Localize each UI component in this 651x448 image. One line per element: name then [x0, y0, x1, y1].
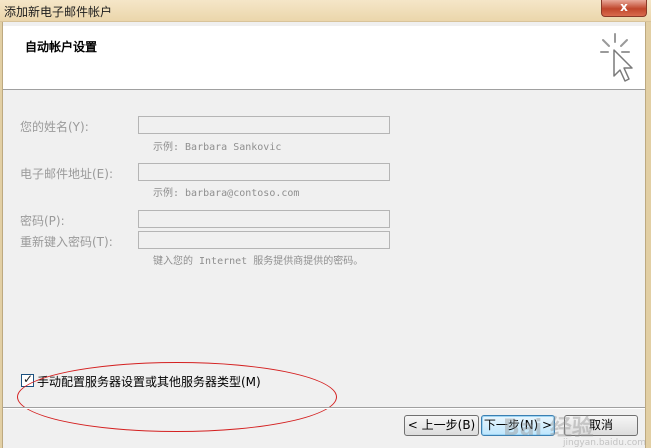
close-button[interactable]: x — [601, 0, 647, 17]
name-hint: 示例: Barbara Sankovic — [153, 142, 282, 153]
back-button[interactable]: < 上一步(B) — [404, 415, 479, 436]
next-button[interactable]: 下一步(N) > — [481, 415, 555, 436]
page-title: 自动帐户设置 — [25, 40, 98, 54]
email-field[interactable] — [138, 163, 390, 181]
footer-divider — [3, 407, 645, 409]
password-confirm-field[interactable] — [138, 231, 390, 249]
name-label: 您的姓名(Y): — [20, 120, 89, 134]
watermark-url: jingyan.baidu.com — [563, 438, 647, 448]
header-panel: 自动帐户设置 — [3, 26, 645, 90]
password-confirm-label: 重新键入密码(T): — [20, 235, 113, 249]
email-label: 电子邮件地址(E): — [20, 167, 113, 181]
manual-config-checkbox[interactable]: ✓ — [21, 372, 34, 387]
cancel-button[interactable]: 取消 — [564, 415, 638, 436]
password-field[interactable] — [138, 210, 390, 228]
cursor-click-icon — [600, 33, 633, 82]
window-title: 添加新电子邮件帐户 — [4, 5, 113, 19]
dialog-body: 自动帐户设置 您的姓名(Y): 示例: Barbara Sankovic 电子邮… — [2, 22, 646, 448]
title-bar: 添加新电子邮件帐户 x — [0, 0, 651, 22]
password-label: 密码(P): — [20, 214, 65, 228]
window-frame-right — [646, 22, 651, 448]
manual-config-label[interactable]: 手动配置服务器设置或其他服务器类型(M) — [37, 373, 261, 390]
email-hint: 示例: barbara@contoso.com — [153, 188, 300, 199]
checkmark-icon: ✓ — [23, 372, 34, 386]
name-field[interactable] — [138, 116, 390, 134]
password-hint: 键入您的 Internet 服务提供商提供的密码。 — [153, 256, 364, 267]
